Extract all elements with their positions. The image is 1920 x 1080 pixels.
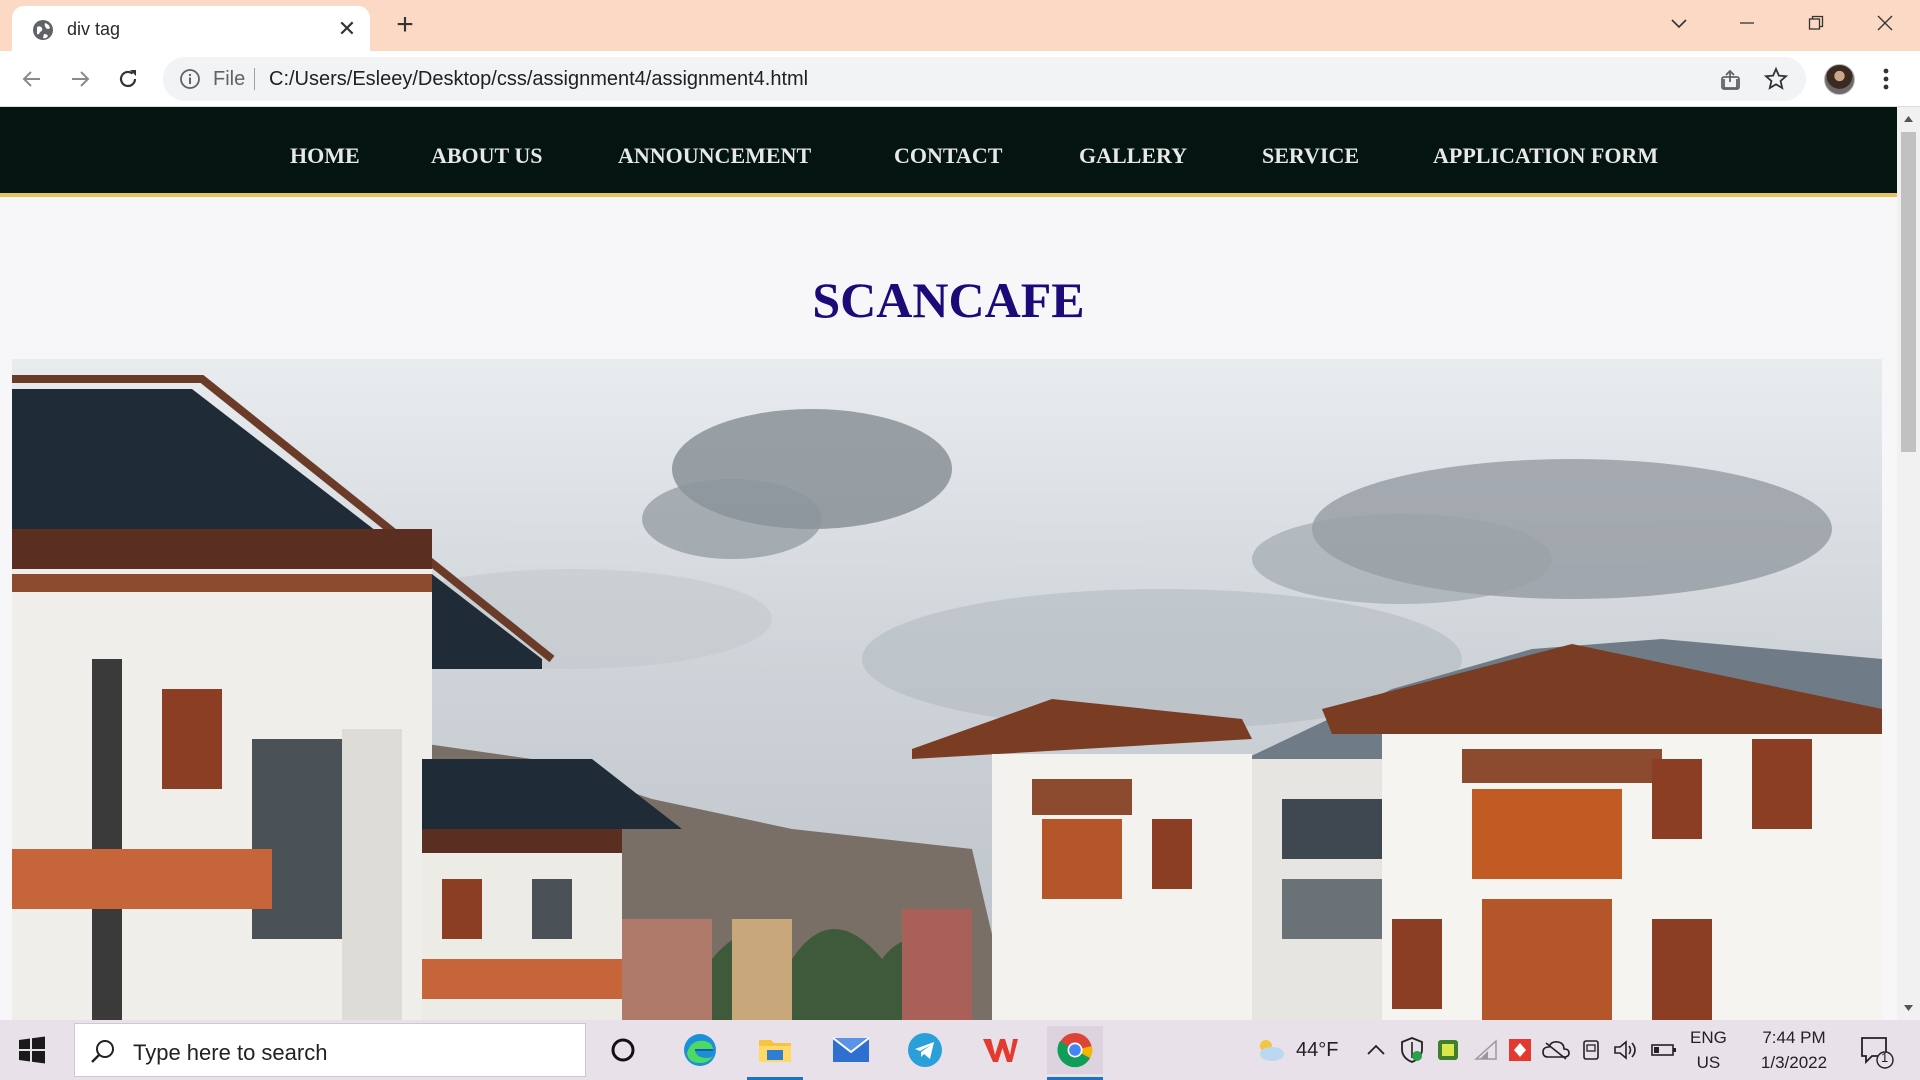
restore-button[interactable] — [1796, 8, 1836, 38]
nav-link-application-form[interactable]: APPLICATION FORM — [1433, 143, 1658, 169]
tab-title: div tag — [67, 19, 121, 39]
nav-link-home[interactable]: HOME — [290, 143, 360, 169]
restore-icon — [1808, 15, 1824, 30]
site-navbar: HOME ABOUT US ANNOUNCEMENT CONTACT GALLE… — [0, 107, 1897, 197]
region-code: US — [1696, 1053, 1721, 1072]
bookmark-star-icon[interactable] — [1763, 66, 1789, 92]
edge-icon — [684, 1034, 716, 1066]
taskbar-wps-office[interactable] — [972, 1026, 1028, 1074]
taskbar-cortana[interactable] — [595, 1026, 651, 1074]
url-text[interactable]: C:/Users/Esleey/Desktop/css/assignment4/… — [269, 68, 808, 91]
tab-search-button[interactable] — [1659, 8, 1699, 38]
taskbar-mail[interactable] — [823, 1026, 879, 1074]
scroll-thumb[interactable] — [1901, 132, 1916, 452]
notification-count: 1 — [1881, 1050, 1889, 1065]
new-tab-button[interactable]: + — [390, 10, 420, 40]
address-bar[interactable]: File C:/Users/Esleey/Desktop/css/assignm… — [163, 57, 1806, 101]
close-icon — [1877, 15, 1893, 31]
tray-battery[interactable] — [1651, 1034, 1677, 1066]
windows-taskbar: Type here to search 44°F ENG US 7:44 PM … — [0, 1020, 1920, 1080]
weather-widget[interactable]: 44°F — [1254, 1034, 1338, 1066]
search-icon — [91, 1040, 114, 1063]
partly-cloudy-icon — [1260, 1040, 1284, 1061]
input-language[interactable]: ENG US — [1690, 1025, 1727, 1075]
page-title: SCANCAFE — [812, 272, 1085, 328]
green-app-icon — [1438, 1040, 1458, 1060]
browser-toolbar: File C:/Users/Esleey/Desktop/css/assignm… — [0, 51, 1920, 107]
arrow-left-icon — [22, 71, 40, 87]
red-app-icon — [1509, 1039, 1531, 1061]
clock-time: 7:44 PM — [1762, 1028, 1826, 1047]
more-vert-icon[interactable] — [1874, 63, 1898, 95]
nav-link-contact[interactable]: CONTACT — [894, 143, 1002, 169]
tray-wifi[interactable] — [1474, 1034, 1498, 1066]
cortana-icon — [611, 1038, 635, 1062]
tray-onedrive[interactable] — [1542, 1034, 1570, 1066]
nav-link-announcement[interactable]: ANNOUNCEMENT — [618, 143, 811, 169]
mail-icon — [832, 1037, 870, 1062]
taskbar-file-explorer[interactable] — [747, 1026, 803, 1080]
cloud-icon — [1542, 1041, 1570, 1060]
page-viewport: HOME ABOUT US ANNOUNCEMENT CONTACT GALLE… — [0, 107, 1897, 1020]
telegram-icon — [908, 1033, 942, 1067]
file-explorer-icon — [759, 1040, 791, 1062]
action-center-button[interactable]: 1 — [1856, 1032, 1896, 1072]
address-separator — [254, 68, 255, 90]
taskbar-search-box[interactable]: Type here to search — [74, 1023, 586, 1077]
device-icon — [1583, 1040, 1599, 1060]
nav-link-about-us[interactable]: ABOUT US — [431, 143, 542, 169]
forward-button[interactable] — [62, 61, 98, 97]
globe-icon — [33, 20, 53, 40]
share-icon[interactable] — [1717, 67, 1743, 93]
scroll-up-arrow-icon[interactable] — [1897, 111, 1920, 127]
chrome-icon — [1057, 1033, 1093, 1068]
minimize-button[interactable] — [1727, 8, 1767, 38]
nav-link-gallery[interactable]: GALLERY — [1079, 143, 1187, 169]
hero-image — [12, 359, 1882, 1020]
taskbar-edge[interactable] — [672, 1026, 728, 1074]
show-hidden-icons-button[interactable] — [1366, 1034, 1386, 1066]
weather-temperature: 44°F — [1296, 1038, 1339, 1061]
system-clock[interactable]: 7:44 PM 1/3/2022 — [1746, 1025, 1842, 1075]
speaker-icon — [1614, 1040, 1636, 1060]
wps-office-icon — [983, 1039, 1018, 1062]
tray-volume[interactable] — [1613, 1034, 1639, 1066]
tray-app[interactable] — [1436, 1034, 1460, 1066]
tab-close-button[interactable]: ✕ — [334, 16, 360, 42]
windows-start-icon[interactable] — [18, 1036, 46, 1064]
reload-icon — [119, 70, 137, 88]
notification-icon — [1861, 1037, 1894, 1069]
language-code: ENG — [1690, 1028, 1727, 1047]
browser-tab[interactable]: div tag ✕ — [12, 6, 370, 51]
nav-link-service[interactable]: SERVICE — [1262, 143, 1359, 169]
back-button[interactable] — [14, 61, 50, 97]
scroll-down-arrow-icon[interactable] — [1897, 1000, 1920, 1016]
taskbar-telegram[interactable] — [897, 1026, 953, 1074]
browser-titlebar: div tag ✕ + — [0, 0, 1920, 51]
chevron-up-icon — [1367, 1044, 1385, 1055]
file-protocol-label: File — [213, 68, 246, 90]
clock-date: 1/3/2022 — [1760, 1053, 1828, 1072]
chevron-down-icon — [1671, 19, 1687, 29]
close-window-button[interactable] — [1865, 8, 1905, 38]
tray-defender[interactable] — [1400, 1034, 1424, 1066]
battery-icon — [1651, 1044, 1676, 1056]
arrow-right-icon — [72, 71, 90, 87]
tray-anydesk[interactable] — [1508, 1034, 1532, 1066]
wifi-icon — [1474, 1039, 1497, 1060]
profile-avatar[interactable] — [1824, 64, 1855, 95]
taskbar-search-placeholder: Type here to search — [133, 1040, 328, 1065]
taskbar-chrome[interactable] — [1047, 1026, 1103, 1080]
shield-icon — [1401, 1037, 1423, 1063]
info-icon[interactable] — [179, 68, 201, 90]
page-scrollbar[interactable] — [1897, 107, 1920, 1020]
tray-device[interactable] — [1581, 1034, 1601, 1066]
minimize-icon — [1740, 22, 1754, 24]
reload-button[interactable] — [110, 61, 146, 97]
